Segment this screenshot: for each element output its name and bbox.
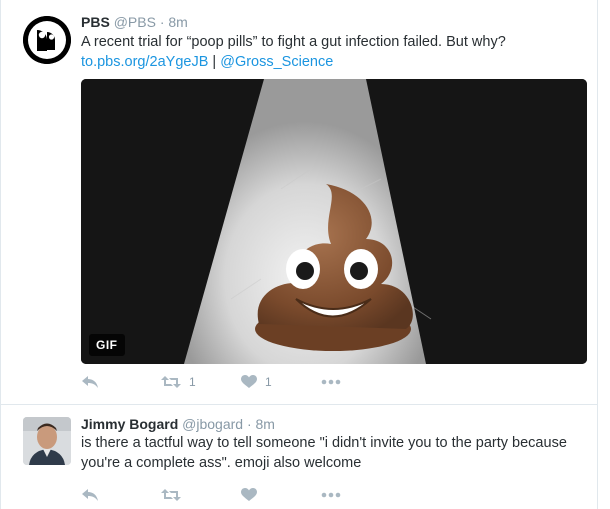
gif-badge: GIF [89, 334, 125, 356]
separator-dot: · [159, 14, 165, 30]
retweet-icon [161, 489, 181, 501]
separator-dot: · [246, 416, 252, 432]
more-icon [321, 492, 341, 498]
heart-icon [241, 488, 257, 501]
poop-emoji-gif-image [81, 79, 587, 364]
display-name[interactable]: Jimmy Bogard [81, 416, 178, 432]
tweet-text: is there a tactful way to tell someone "… [81, 435, 567, 471]
retweet-count: 1 [189, 375, 196, 389]
username[interactable]: @PBS [114, 14, 156, 30]
reply-icon [82, 376, 98, 388]
username[interactable]: @jbogard [182, 416, 243, 432]
pbs-logo-icon [23, 16, 71, 64]
more-button[interactable] [321, 485, 341, 505]
avatar[interactable] [23, 417, 71, 465]
timestamp[interactable]: 8m [256, 416, 275, 432]
user-photo-icon [23, 417, 71, 465]
tweet-header: PBS @PBS · 8m [81, 14, 188, 30]
heart-icon [241, 375, 257, 388]
timeline: PBS @PBS · 8m A recent trial for “poop p… [0, 0, 598, 509]
reply-button[interactable] [81, 485, 99, 505]
tweet-text: A recent trial for “poop pills” to fight… [81, 32, 581, 72]
tweet-body: A recent trial for “poop pills” to fight… [81, 34, 506, 50]
tweet-link[interactable]: to.pbs.org/2aYgeJB [81, 54, 208, 70]
avatar[interactable] [23, 16, 71, 64]
link-separator: | [212, 54, 217, 70]
like-button[interactable]: 1 [241, 372, 272, 392]
more-icon [321, 379, 341, 385]
tweet-header: Jimmy Bogard @jbogard · 8m [81, 416, 275, 432]
display-name[interactable]: PBS [81, 14, 110, 30]
like-count: 1 [265, 375, 272, 389]
like-button[interactable] [241, 485, 257, 505]
retweet-button[interactable] [161, 485, 181, 505]
reply-icon [82, 489, 98, 501]
tweet[interactable]: Jimmy Bogard @jbogard · 8m is there a ta… [1, 405, 597, 509]
retweet-button[interactable]: 1 [161, 372, 196, 392]
mention-link[interactable]: @Gross_Science [220, 54, 333, 70]
timestamp[interactable]: 8m [168, 14, 187, 30]
gif-media[interactable]: GIF [81, 79, 587, 364]
reply-button[interactable] [81, 372, 99, 392]
tweet[interactable]: PBS @PBS · 8m A recent trial for “poop p… [1, 0, 597, 405]
more-button[interactable] [321, 372, 341, 392]
retweet-icon [161, 376, 181, 388]
